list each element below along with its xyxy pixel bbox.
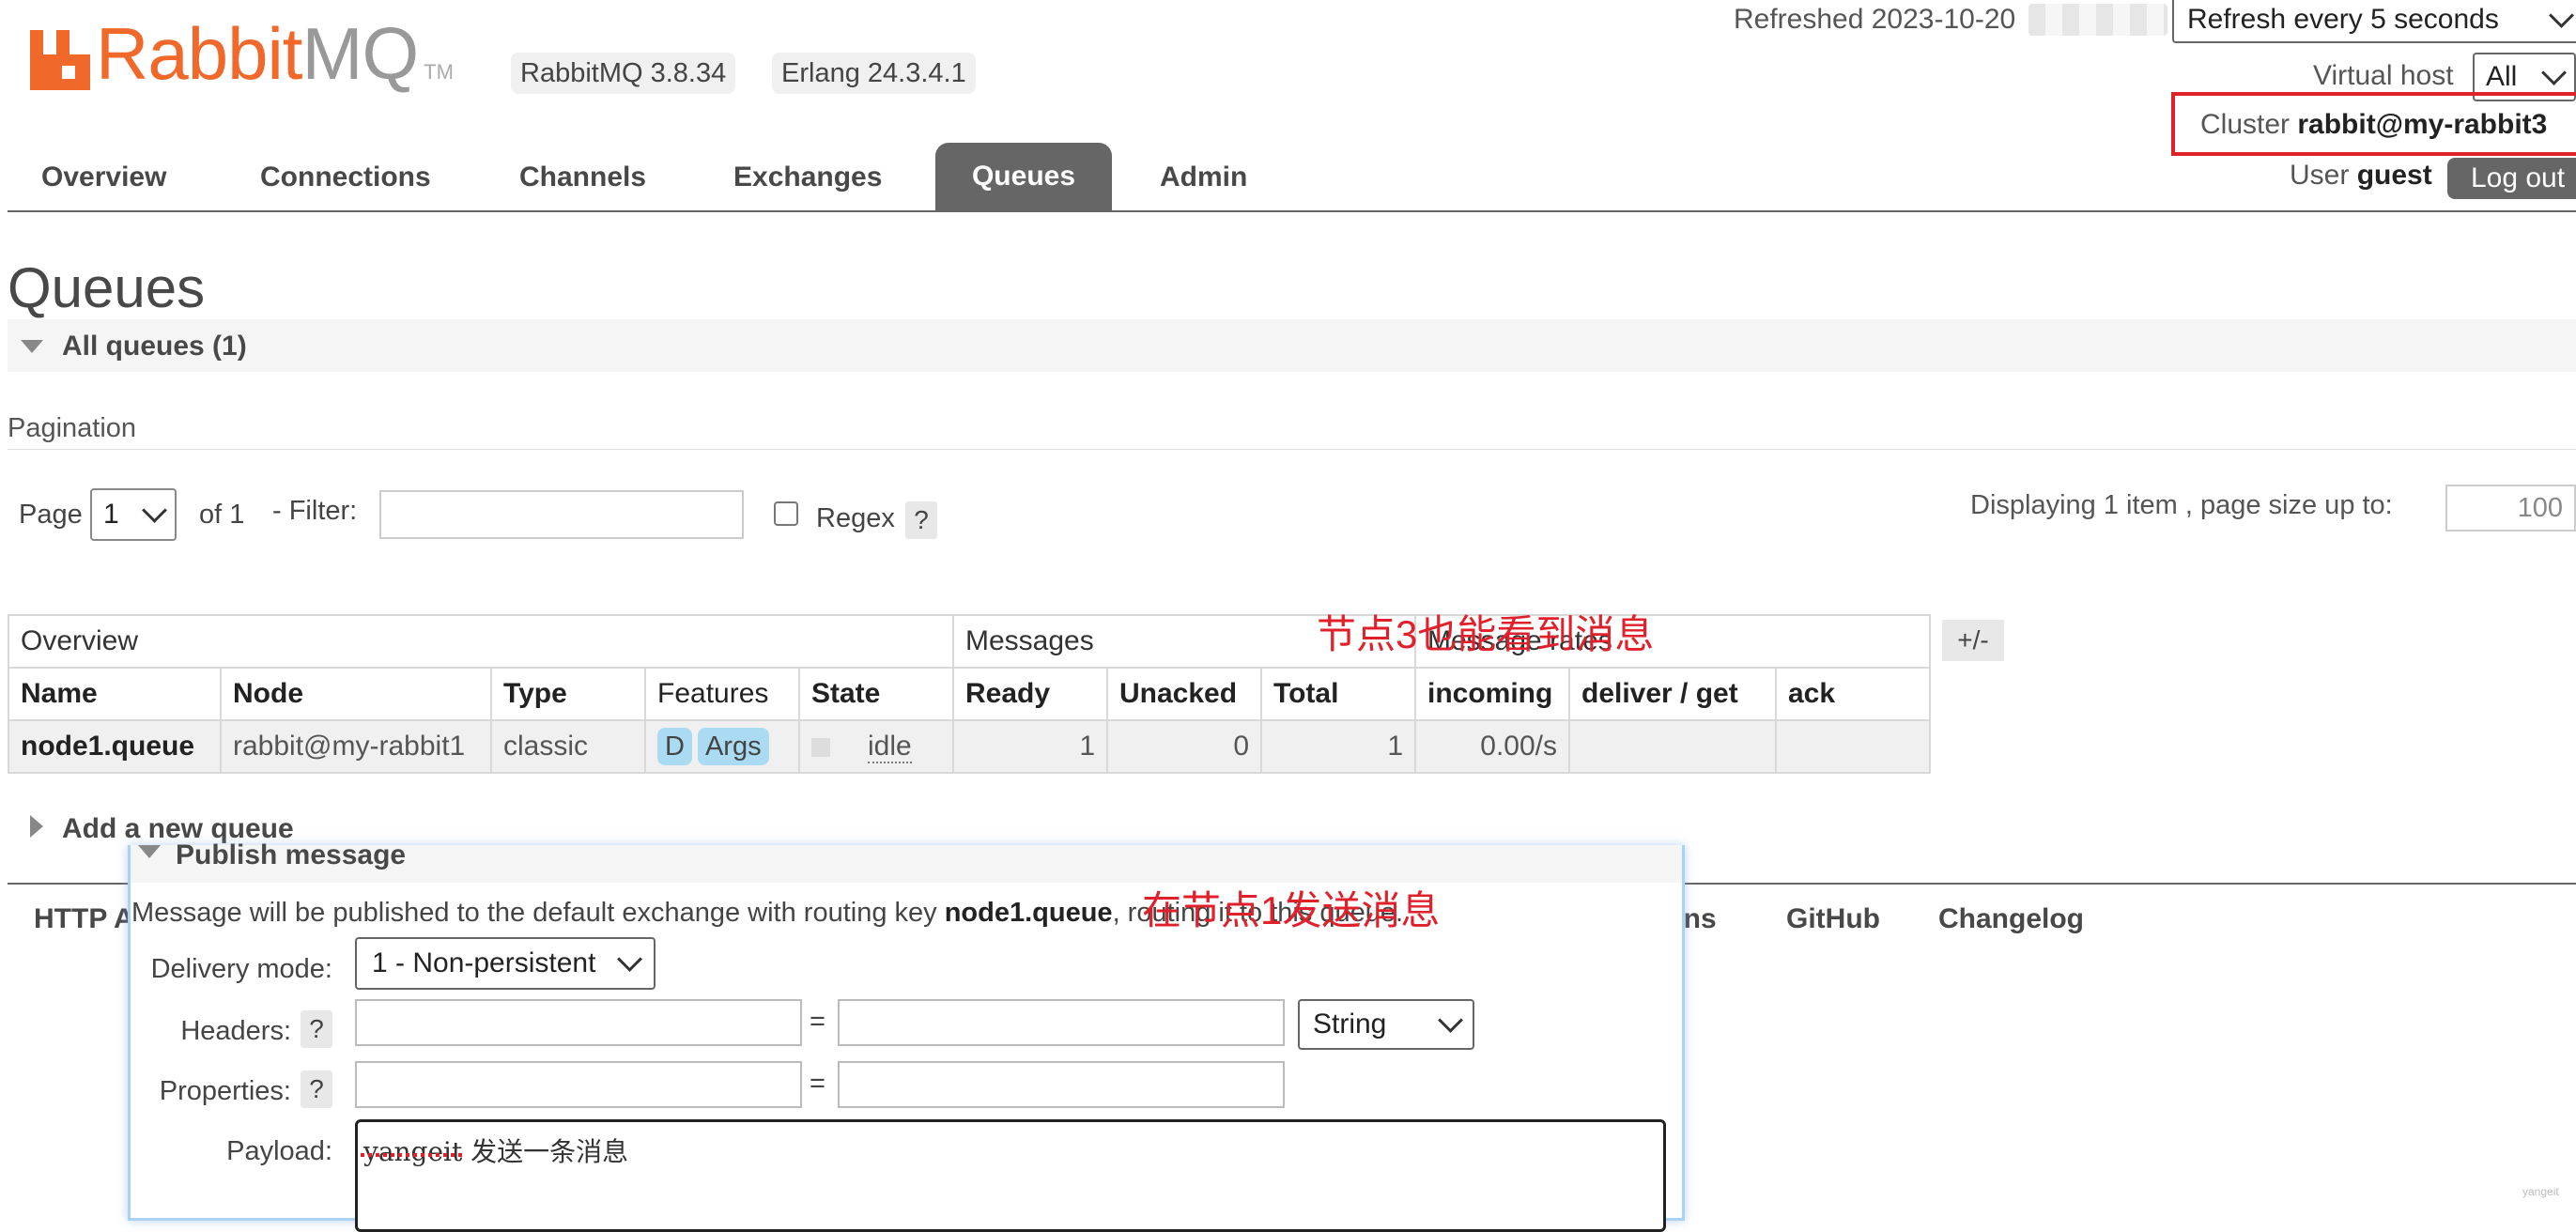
all-queues-section[interactable]: All queues (1) [8,319,2576,372]
pagination-title: Pagination [8,413,137,443]
header-deliver-get[interactable]: deliver / get [1568,667,1777,721]
nav-divider [8,210,2576,212]
page-label: Page [19,500,83,530]
publish-message-title: Publish message [176,839,407,870]
regex-checkbox[interactable] [774,501,798,526]
header-ack[interactable]: ack [1775,667,1931,721]
logo-trademark: TM [424,60,454,84]
annotation-node3: 节点3也能看到消息 [1317,612,1655,656]
chevron-down-icon [2541,59,2567,85]
property-key-input[interactable] [355,1061,802,1108]
filter-label: - Filter: [272,496,358,526]
header-ready[interactable]: Ready [952,667,1108,721]
chevron-down-icon [2549,2,2574,28]
feature-args-badge[interactable]: Args [697,728,769,765]
rabbit-logo-icon [30,30,90,90]
refreshed-timestamp: Refreshed 2023-10-20 [1734,4,2016,35]
blurred-time [2028,4,2167,36]
page-count: of 1 [199,500,245,530]
queue-features: D Args [644,719,800,774]
regex-help-button[interactable]: ? [905,501,937,539]
queue-node: rabbit@my-rabbit1 [220,719,492,774]
annotation-node1: 在节点1发送消息 [1142,888,1441,932]
filter-input[interactable] [379,490,744,539]
footer-http-api-link[interactable]: HTTP A [34,903,134,935]
header-total[interactable]: Total [1260,667,1416,721]
cluster-info: Cluster rabbit@my-rabbit3 [2200,109,2548,140]
ready-count: 1 [952,719,1108,774]
properties-label: Properties: [159,1076,291,1106]
routing-key: node1.queue [944,898,1113,928]
total-count: 1 [1260,719,1416,774]
all-queues-title: All queues (1) [62,331,247,362]
pagination-divider [8,449,2576,450]
virtual-host-label: Virtual host [2313,60,2454,91]
chevron-down-icon [142,497,167,523]
headers-label: Headers: [180,1016,291,1046]
header-type[interactable]: Type [490,667,646,721]
header-incoming[interactable]: incoming [1414,667,1570,721]
delivery-mode-select[interactable]: 1 - Non-persistent [355,937,656,990]
watermark: yangeit [2522,1185,2559,1198]
header-features[interactable]: Features [644,667,800,721]
collapse-triangle-icon [21,340,43,353]
equals-sign: = [810,1007,825,1037]
page-select[interactable]: 1 [90,488,177,541]
tab-overview[interactable]: Overview [41,162,166,193]
properties-help-button[interactable]: ? [301,1070,332,1108]
publish-message-header[interactable]: Publish message [131,839,1682,883]
tab-connections[interactable]: Connections [260,162,431,193]
cluster-name: rabbit@my-rabbit3 [2297,109,2548,140]
rabbitmq-version: RabbitMQ 3.8.34 [511,53,736,94]
equals-sign: = [810,1069,825,1099]
page-size-input[interactable]: 100 [2445,485,2576,531]
deliver-get-rate [1568,719,1777,774]
state-indicator-icon [811,738,830,758]
user-info: User guest [2290,160,2432,191]
header-node[interactable]: Node [220,667,492,721]
unacked-count: 0 [1106,719,1262,774]
incoming-rate: 0.00/s [1414,719,1570,774]
table-row[interactable]: node1.queue rabbit@my-rabbit1 classic DA… [8,719,1931,774]
tab-channels[interactable]: Channels [519,162,646,193]
header-unacked[interactable]: Unacked [1106,667,1262,721]
regex-label: Regex [816,503,895,533]
tab-queues[interactable]: Queues [935,143,1112,210]
header-name[interactable]: Name [8,667,222,721]
displaying-info: Displaying 1 item , page size up to: [1970,490,2393,520]
rabbitmq-logo: RabbitMQ TM [30,17,454,90]
delivery-mode-label: Delivery mode: [150,954,332,984]
expand-triangle-icon [30,815,43,838]
header-state[interactable]: State [798,667,954,721]
header-key-input[interactable] [355,999,802,1046]
payload-textarea[interactable]: yangeit 发送一条消息 [355,1119,1666,1232]
spellcheck-underline [361,1153,462,1157]
headers-help-button[interactable]: ? [301,1010,332,1048]
header-type-select[interactable]: String [1298,999,1474,1050]
property-value-input[interactable] [838,1061,1285,1108]
chevron-down-icon [1438,1007,1463,1033]
feature-durable-badge: D [657,728,692,765]
queue-state: idle [798,719,954,774]
ack-rate [1775,719,1931,774]
logout-button[interactable]: Log out [2447,158,2576,199]
user-name: guest [2356,160,2432,191]
footer-github-link[interactable]: GitHub [1786,903,1880,935]
tab-admin[interactable]: Admin [1160,162,1247,193]
group-overview: Overview [8,614,954,669]
page-title: Queues [8,256,206,319]
erlang-version: Erlang 24.3.4.1 [772,53,976,94]
queue-name-link[interactable]: node1.queue [8,719,222,774]
tab-exchanges[interactable]: Exchanges [733,162,882,193]
logo-text: RabbitMQ [96,12,419,95]
column-toggle-button[interactable]: +/- [1942,620,2004,661]
refresh-interval-select[interactable]: Refresh every 5 seconds [2172,0,2576,43]
payload-label: Payload: [226,1136,332,1166]
collapse-triangle-icon [138,845,161,858]
footer-changelog-link[interactable]: Changelog [1938,903,2084,935]
queue-type: classic [490,719,646,774]
header-value-input[interactable] [838,999,1285,1046]
chevron-down-icon [617,946,642,972]
